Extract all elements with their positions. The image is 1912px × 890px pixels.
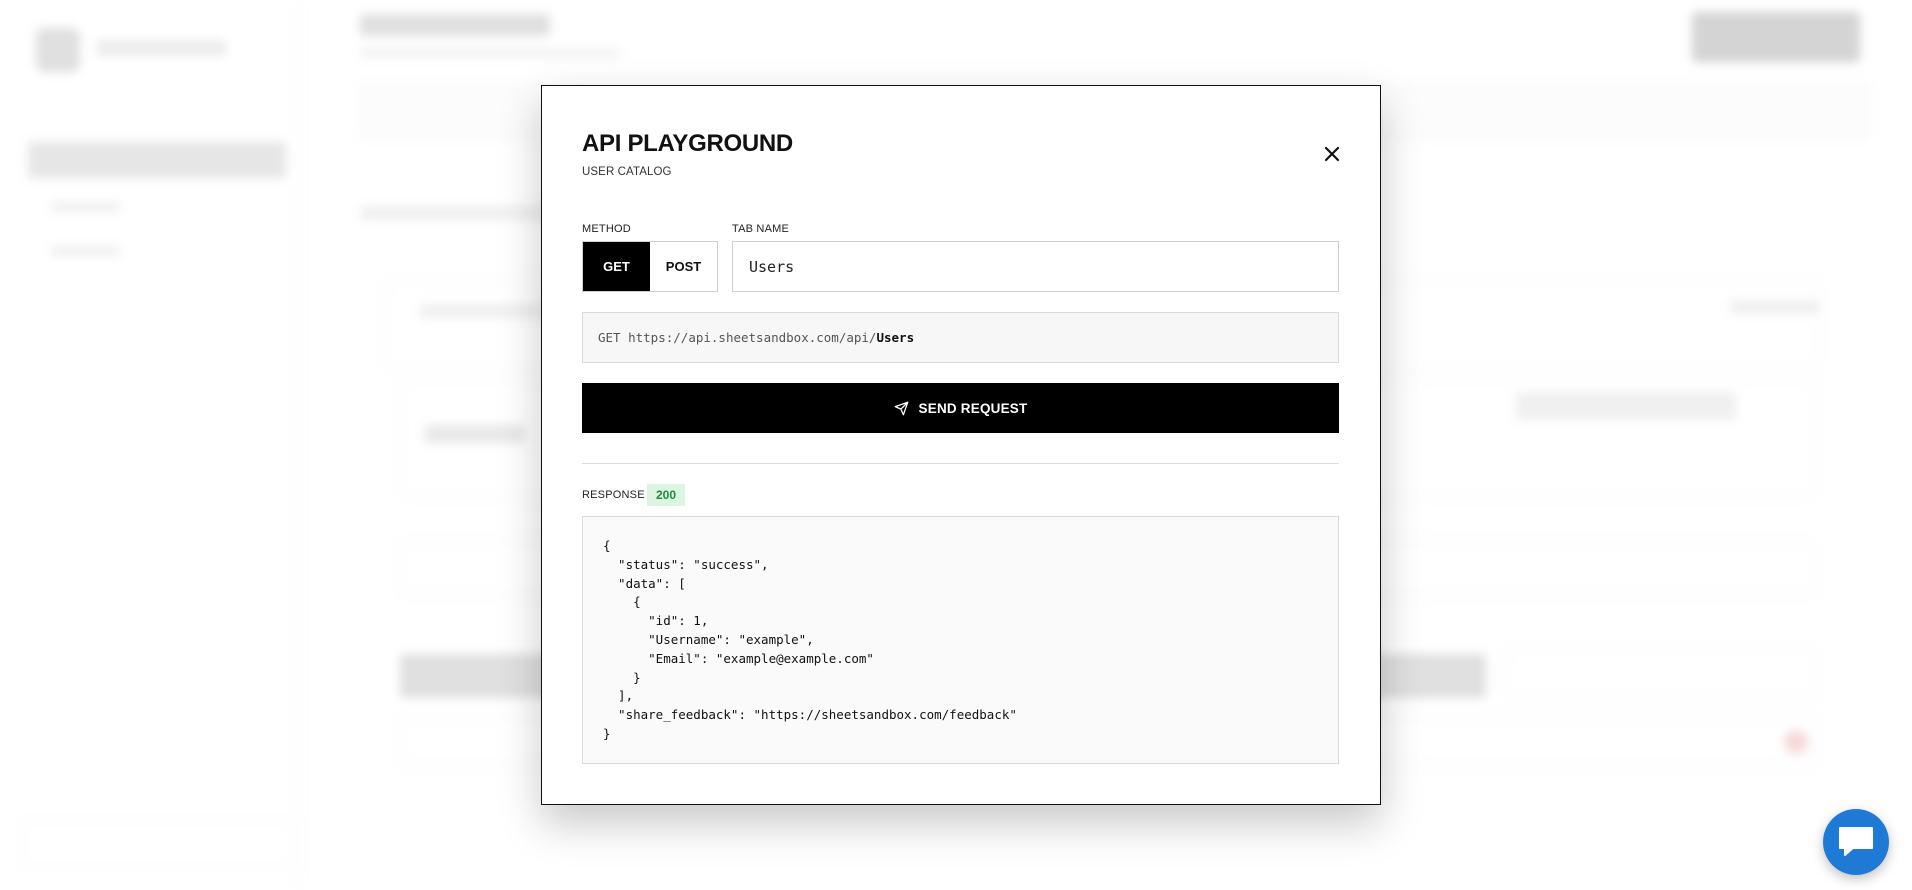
tab-name-label: TAB NAME	[732, 223, 790, 235]
close-icon	[1324, 146, 1340, 162]
request-url: GET https://api.sheetsandbox.com/api/Use…	[582, 312, 1339, 363]
method-toggle: GET POST	[582, 241, 718, 292]
chat-icon	[1839, 827, 1873, 856]
modal-title: API PLAYGROUND	[582, 130, 793, 157]
url-method: GET	[598, 330, 621, 345]
url-endpoint: Users	[876, 330, 915, 345]
response-label: RESPONSE	[582, 489, 645, 501]
method-post-button[interactable]: POST	[650, 242, 717, 291]
chat-widget-button[interactable]	[1823, 809, 1889, 875]
send-request-label: SEND REQUEST	[918, 400, 1028, 416]
send-request-button[interactable]: SEND REQUEST	[582, 383, 1339, 433]
api-playground-modal: API PLAYGROUND USER CATALOG METHOD GET P…	[541, 85, 1381, 805]
method-get-button[interactable]: GET	[583, 242, 650, 291]
response-body: { "status": "success", "data": [ { "id":…	[582, 516, 1339, 764]
send-icon	[894, 401, 908, 415]
divider	[582, 463, 1339, 464]
method-label: METHOD	[582, 223, 631, 235]
modal-subtitle: USER CATALOG	[582, 166, 672, 178]
tab-name-input[interactable]	[732, 241, 1339, 292]
url-base: https://api.sheetsandbox.com/api/	[628, 330, 877, 345]
close-button[interactable]	[1320, 142, 1344, 166]
status-badge: 200	[647, 484, 686, 506]
